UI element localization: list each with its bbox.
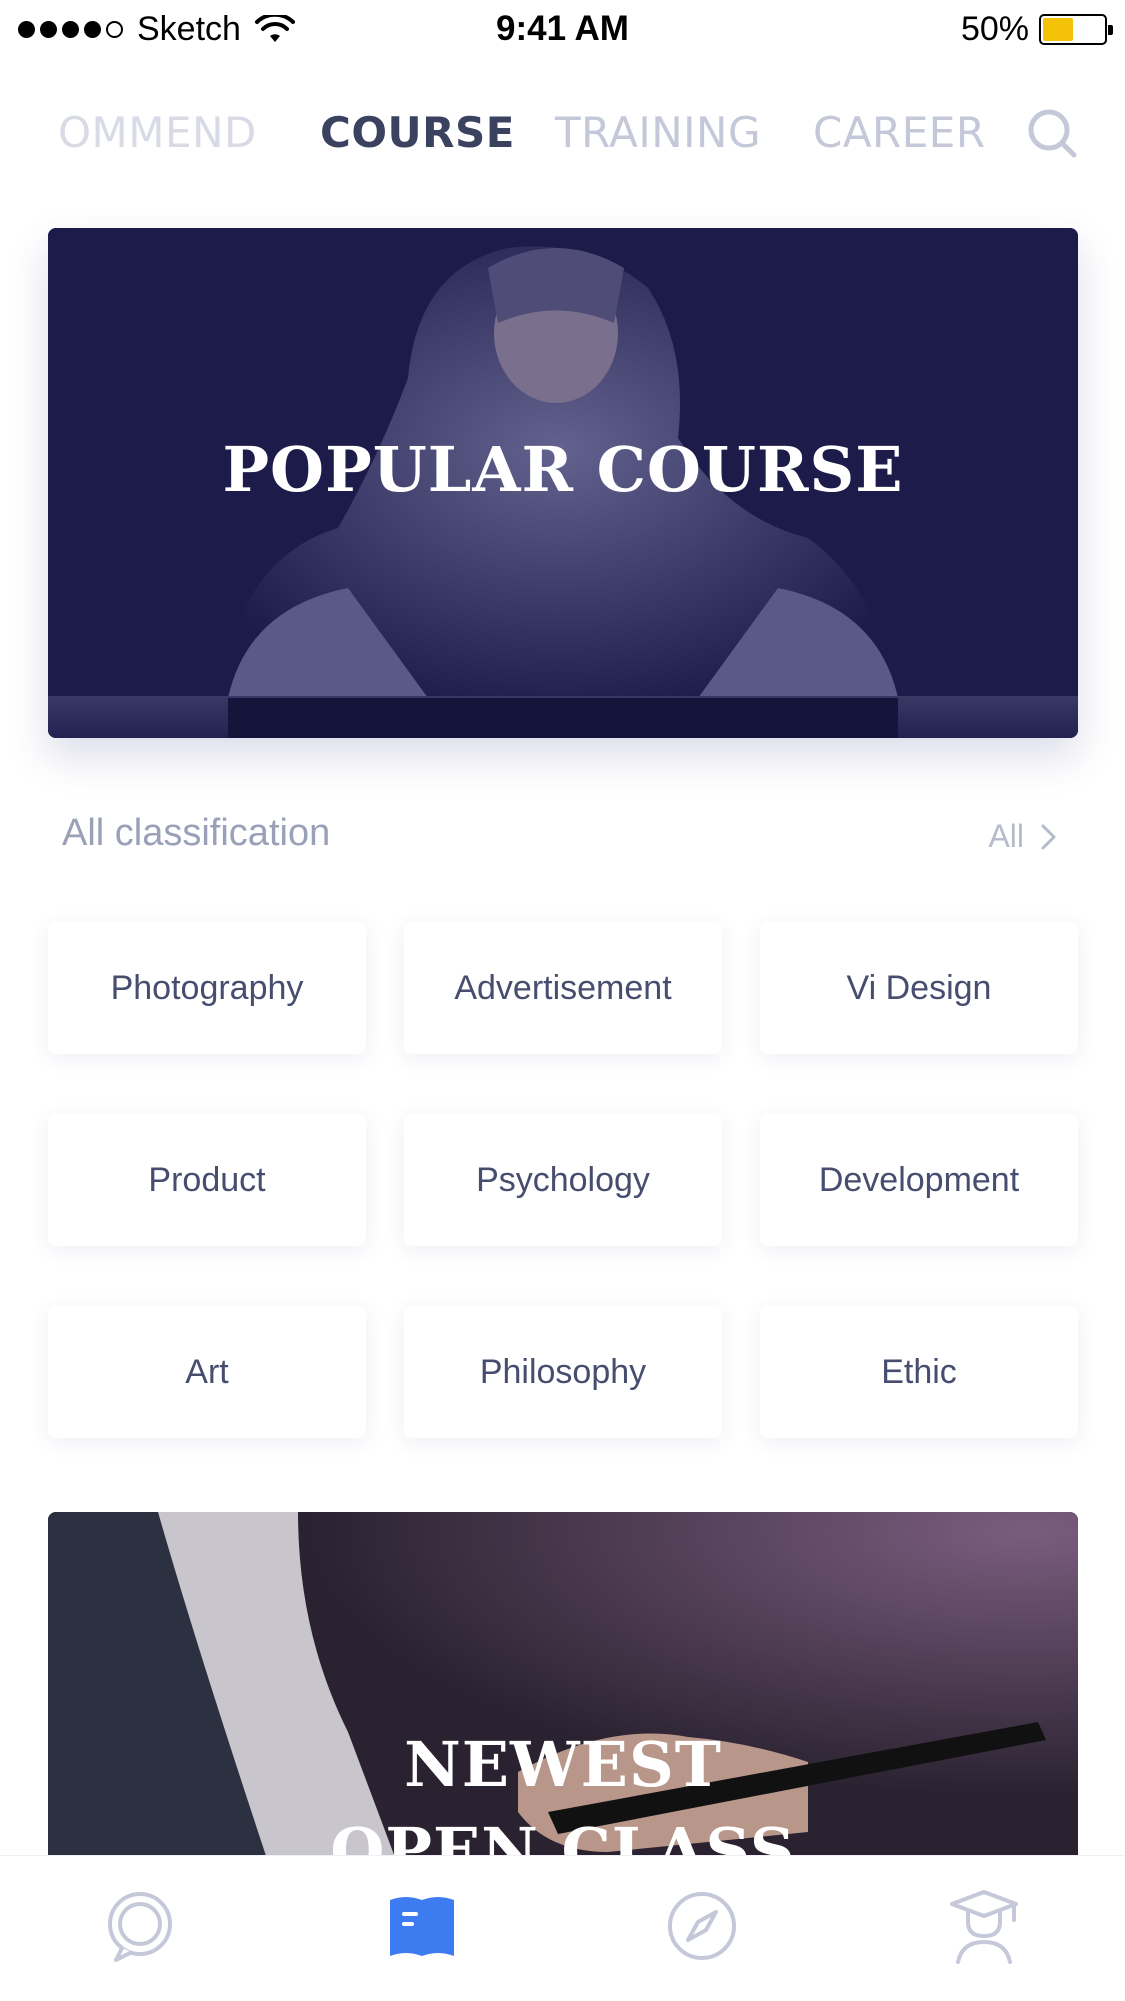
see-all-label: All <box>988 818 1024 854</box>
category-vi-design[interactable]: Vi Design <box>760 922 1078 1054</box>
chevron-right-icon <box>1041 824 1056 849</box>
tab-training[interactable]: TRAINING <box>555 108 761 157</box>
tab-course[interactable]: COURSE <box>320 108 515 157</box>
category-psychology[interactable]: Psychology <box>404 1114 722 1246</box>
status-bar: Sketch 9:41 AM 50% <box>0 0 1125 62</box>
newest-open-class-banner[interactable]: NEWEST OPEN CLASS <box>48 1512 1078 1892</box>
category-art[interactable]: Art <box>48 1306 366 1438</box>
battery-icon <box>1039 14 1113 45</box>
see-all-link[interactable]: All <box>988 818 1060 855</box>
banner2-title-line1: NEWEST <box>404 1728 722 1801</box>
graduate-icon[interactable] <box>944 1886 1024 1966</box>
category-development[interactable]: Development <box>760 1114 1078 1246</box>
book-icon[interactable] <box>382 1886 462 1966</box>
chat-bubble-icon[interactable] <box>100 1886 180 1966</box>
category-advertisement[interactable]: Advertisement <box>404 922 722 1054</box>
compass-icon[interactable] <box>662 1886 742 1966</box>
tab-career[interactable]: CAREER <box>813 108 986 157</box>
search-icon[interactable] <box>1027 108 1079 160</box>
bottom-navigation <box>0 1855 1125 2001</box>
hero-title: POPULAR COURSE <box>222 433 904 506</box>
status-time: 9:41 AM <box>496 9 629 48</box>
status-right: 50% <box>960 10 1113 49</box>
tab-recommend[interactable]: OMMEND <box>58 108 257 157</box>
popular-course-banner[interactable]: POPULAR COURSE <box>48 228 1078 738</box>
battery-percent: 50% <box>960 10 1029 48</box>
category-philosophy[interactable]: Philosophy <box>404 1306 722 1438</box>
category-ethic[interactable]: Ethic <box>760 1306 1078 1438</box>
section-title: All classification <box>62 812 331 854</box>
category-product[interactable]: Product <box>48 1114 366 1246</box>
top-tab-bar: OMMEND COURSE TRAINING CAREER <box>0 100 1125 170</box>
category-photography[interactable]: Photography <box>48 922 366 1054</box>
classification-header: All classification All <box>62 810 1062 860</box>
battery-fill <box>1043 18 1073 41</box>
